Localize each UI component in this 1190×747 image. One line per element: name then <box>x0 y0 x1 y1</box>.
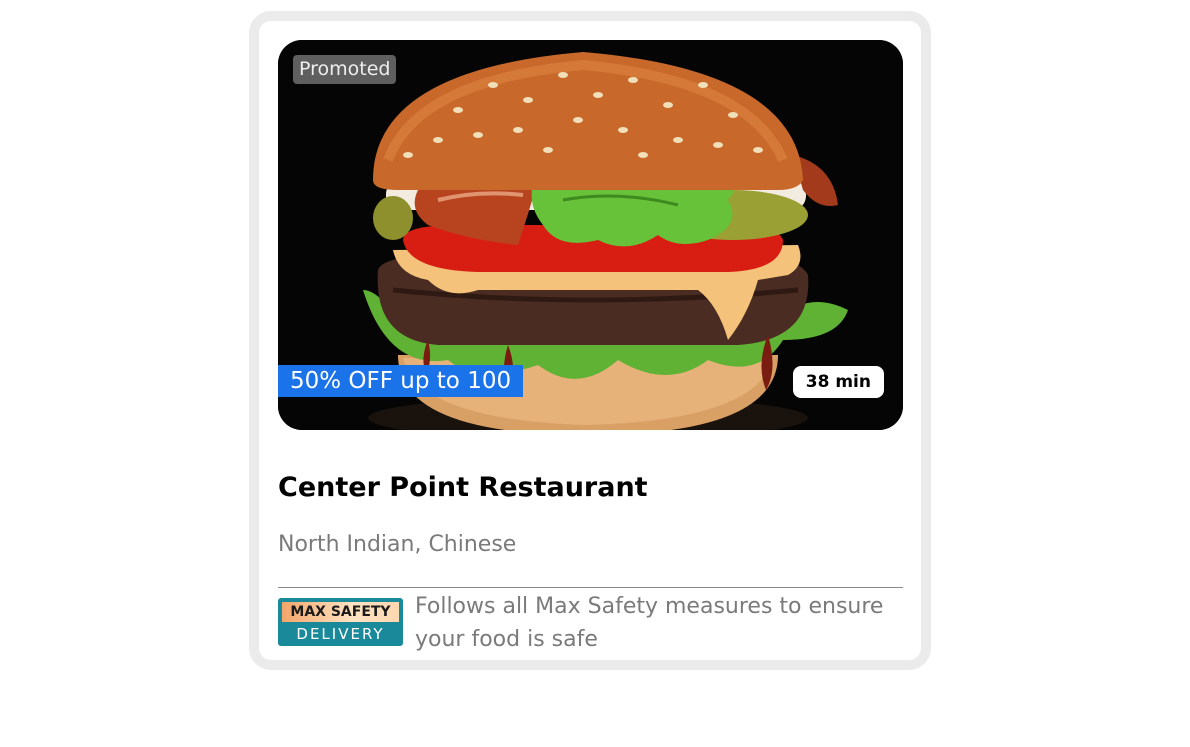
restaurant-name[interactable]: Center Point Restaurant <box>278 472 648 503</box>
cuisine-list: North Indian, Chinese <box>278 532 517 557</box>
safety-logo-bottom-text: DELIVERY <box>296 625 385 643</box>
safety-logo-top-text: MAX SAFETY <box>282 602 399 622</box>
divider <box>278 587 903 588</box>
promoted-badge: Promoted <box>293 55 397 84</box>
max-safety-logo: MAX SAFETY DELIVERY <box>278 598 403 646</box>
restaurant-image[interactable]: Promoted 50% OFF up to 100 38 min <box>278 40 903 430</box>
offer-banner: 50% OFF up to 100 <box>278 365 524 397</box>
safety-message: Follows all Max Safety measures to ensur… <box>415 594 884 652</box>
restaurant-card[interactable]: Promoted 50% OFF up to 100 38 min Center… <box>249 11 931 670</box>
delivery-time-badge: 38 min <box>792 366 884 398</box>
